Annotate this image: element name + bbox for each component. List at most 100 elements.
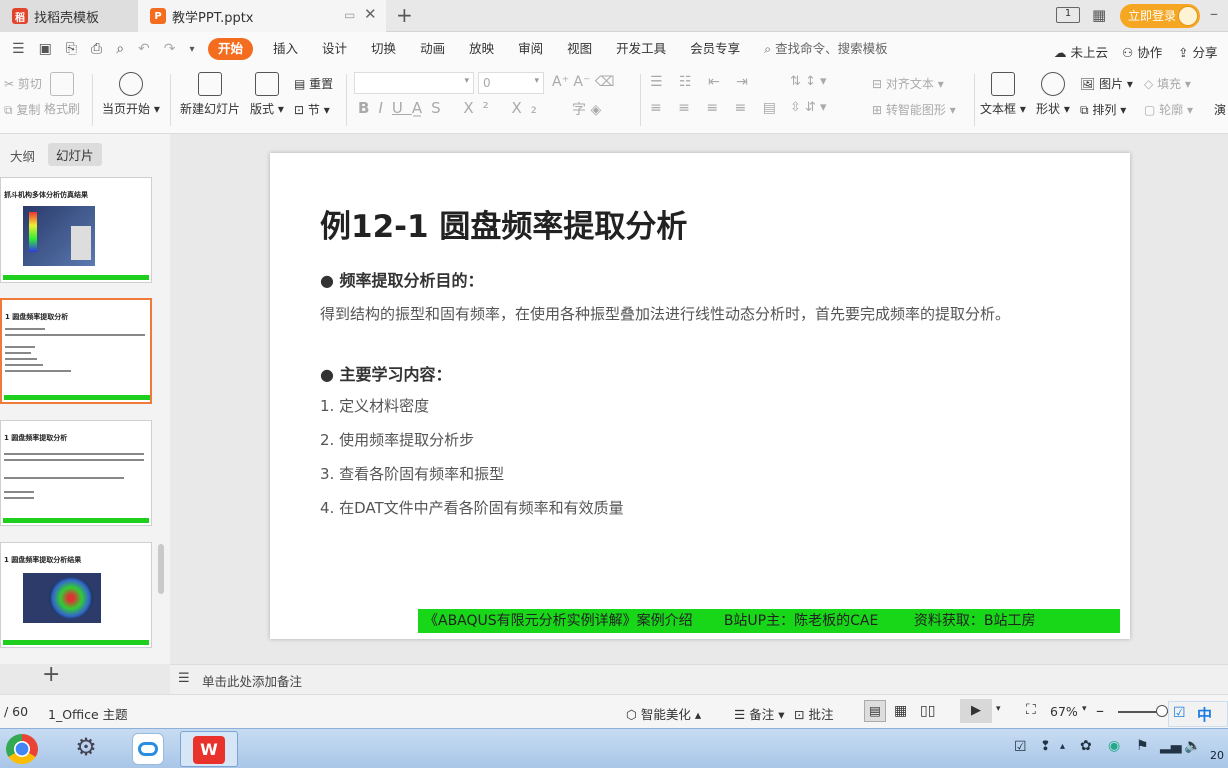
tray-app-icon[interactable]: ✿	[1080, 738, 1092, 754]
slide-canvas[interactable]: 例12-1 圆盘频率提取分析 ● 频率提取分析目的： 得到结构的振型和固有频率，…	[270, 153, 1130, 639]
outline-button[interactable]: ▢ 轮廓 ▾	[1144, 101, 1193, 118]
normal-view-icon[interactable]: ▤	[864, 700, 886, 722]
cut-button[interactable]: ✂ 剪切	[4, 75, 42, 92]
slide-title[interactable]: 例12-1 圆盘频率提取分析	[320, 201, 687, 246]
list-item[interactable]: 1. 定义材料密度	[320, 395, 429, 416]
tab-daoke-templates[interactable]: 稻 找稻壳模板	[0, 0, 138, 32]
picture-button[interactable]: 🖼 图片 ▾	[1080, 75, 1133, 92]
zoom-out-icon[interactable]: –	[1096, 701, 1104, 720]
zoom-level[interactable]: 67%	[1050, 704, 1078, 719]
slide-thumbnail[interactable]: 1 圆盘频率提取分析结果	[0, 542, 152, 648]
arrange-button[interactable]: ⧉ 排列 ▾	[1080, 101, 1126, 118]
slide-footer[interactable]: 《ABAQUS有限元分析实例详解》案例介绍 B站UP主：陈老板的CAE 资料获取…	[418, 609, 1120, 633]
purpose-text[interactable]: 得到结构的振型和固有频率，在使用各种振型叠加法进行线性动态分析时，首先要完成频率…	[320, 301, 1090, 327]
cloud-app-icon[interactable]	[132, 733, 164, 765]
font-family-select[interactable]: ▾	[354, 72, 474, 94]
align-text-button[interactable]: ⊟ 对齐文本 ▾	[872, 75, 944, 92]
text-direction-button[interactable]: ⇅ ↕ ▾	[790, 74, 827, 89]
section-button[interactable]: ⊡ 节 ▾	[294, 101, 330, 118]
font-size-select[interactable]: 0 ▾	[478, 72, 544, 94]
tool-app-icon[interactable]: ⚙	[68, 733, 104, 765]
content-heading[interactable]: ● 主要学习内容：	[320, 361, 452, 385]
fill-button[interactable]: ◇ 填充 ▾	[1144, 75, 1191, 92]
list-item[interactable]: 4. 在DAT文件中产看各阶固有频率和有效质量	[320, 497, 624, 518]
slide-thumbnail-selected[interactable]: 1 圆盘频率提取分析	[0, 298, 152, 404]
ime-toolbar[interactable]: ☑ 中	[1168, 701, 1228, 727]
notes-toggle-button[interactable]: ☰ 备注 ▾	[734, 704, 784, 723]
list-item[interactable]: 3. 查看各阶固有频率和振型	[320, 463, 504, 484]
beautify-button[interactable]: ⬡ 智能美化 ▴	[626, 704, 701, 723]
copy-button[interactable]: ⧉ 复制	[4, 101, 40, 118]
command-search[interactable]: ⌕ 查找命令、搜索模板	[752, 32, 900, 66]
tab-slides[interactable]: 幻灯片	[48, 143, 102, 166]
checkbox-tray-icon[interactable]: ☑	[1014, 739, 1027, 755]
close-tab-icon[interactable]: ✕	[364, 5, 377, 23]
font-size-controls[interactable]: A⁺ A⁻ ⌫	[552, 74, 615, 90]
line-spacing-button[interactable]: ⇳ ⇵ ▾	[790, 100, 827, 115]
clock[interactable]: 20	[1210, 749, 1224, 762]
reset-button[interactable]: ▤ 重置	[294, 75, 333, 92]
menu-item-review[interactable]: 审阅	[506, 32, 555, 66]
panel-scrollbar[interactable]	[158, 544, 164, 594]
smartart-button[interactable]: ⊞ 转智能图形 ▾	[872, 101, 956, 118]
menu-item-insert[interactable]: 插入	[261, 32, 310, 66]
shapes-button[interactable]: 形状 ▾	[1036, 72, 1070, 117]
undo-icon[interactable]: ↶	[138, 41, 150, 57]
list-controls[interactable]: ☰ ☷ ⇤ ⇥	[650, 74, 754, 90]
menu-item-animation[interactable]: 动画	[408, 32, 457, 66]
zoom-slider-handle[interactable]	[1156, 705, 1168, 717]
play-current-button[interactable]: 当页开始 ▾	[102, 72, 160, 117]
slide-thumbnail[interactable]: 1 圆盘频率提取分析	[0, 420, 152, 526]
slide-sorter-icon[interactable]: ▦	[894, 703, 907, 719]
layout-button[interactable]: 版式 ▾	[250, 72, 284, 117]
tray-expand-icon[interactable]: ▴	[1060, 741, 1065, 752]
login-button[interactable]: 立即登录	[1120, 4, 1200, 28]
menu-item-view[interactable]: 视图	[555, 32, 604, 66]
more-icon[interactable]: ▾	[190, 44, 195, 55]
new-tab-icon[interactable]: +	[396, 3, 413, 27]
window-mode-icon[interactable]: 1	[1056, 7, 1080, 23]
export-icon[interactable]: ⎘	[66, 41, 77, 57]
menu-item-developer[interactable]: 开发工具	[604, 32, 678, 66]
flag-tray-icon[interactable]: ⚑	[1136, 738, 1149, 754]
slide-thumbnail[interactable]: 抓斗机构多体分析仿真结果	[0, 177, 152, 283]
chevron-down-icon[interactable]: ▾	[996, 704, 1001, 714]
menu-item-home[interactable]: 开始	[208, 38, 254, 60]
pin-icon[interactable]: ▭	[344, 8, 355, 22]
minimize-icon[interactable]: –	[1210, 4, 1218, 23]
format-painter-button[interactable]: 格式刷	[44, 72, 80, 117]
font-style-controls[interactable]: BIUA̲S X² X₂	[358, 99, 546, 117]
play-slideshow-icon[interactable]: ▶	[960, 699, 992, 723]
notes-bar[interactable]: ☰ 单击此处添加备注	[170, 664, 1228, 694]
fit-window-icon[interactable]: ⛶	[1026, 702, 1036, 718]
comments-button[interactable]: ⊡ 批注	[794, 704, 833, 723]
save-icon[interactable]: ▣	[39, 41, 52, 57]
apps-grid-icon[interactable]: ▦	[1092, 6, 1106, 24]
add-slide-icon[interactable]: +	[42, 662, 60, 687]
tab-outline[interactable]: 大纲	[10, 146, 35, 165]
list-item[interactable]: 2. 使用频率提取分析步	[320, 429, 474, 450]
wechat-tray-icon[interactable]: ◉	[1108, 738, 1120, 754]
cloud-status[interactable]: ☁ 未上云	[1054, 42, 1108, 61]
wps-app-icon[interactable]: W	[180, 731, 238, 767]
redo-icon[interactable]: ↷	[164, 41, 176, 57]
menu-hamburger-icon[interactable]: ☰	[12, 41, 25, 57]
tray-icon[interactable]: ❢	[1040, 739, 1051, 754]
new-slide-button[interactable]: 新建幻灯片	[180, 72, 240, 117]
chevron-down-icon[interactable]: ▾	[1082, 704, 1087, 714]
network-icon[interactable]: ▂▄	[1160, 738, 1182, 754]
textbox-button[interactable]: 文本框 ▾	[980, 72, 1026, 117]
alignment-controls[interactable]: ≡ ≡ ≡ ≡ ▤	[650, 100, 782, 116]
collaborate-button[interactable]: ⚇ 协作	[1122, 42, 1162, 61]
phonetic-button[interactable]: 字 ◈	[572, 99, 601, 119]
print-icon[interactable]: ⎙	[91, 41, 102, 57]
reading-view-icon[interactable]: ▯▯	[920, 703, 935, 719]
chrome-icon[interactable]	[6, 734, 38, 764]
page-indicator[interactable]: / 60	[4, 704, 28, 719]
purpose-heading[interactable]: ● 频率提取分析目的：	[320, 267, 484, 291]
share-button[interactable]: ⇪ 分享	[1178, 42, 1217, 61]
menu-item-design[interactable]: 设计	[310, 32, 359, 66]
menu-item-transition[interactable]: 切换	[359, 32, 408, 66]
menu-item-member[interactable]: 会员专享	[678, 32, 752, 66]
preview-icon[interactable]: ⌕	[116, 41, 124, 57]
